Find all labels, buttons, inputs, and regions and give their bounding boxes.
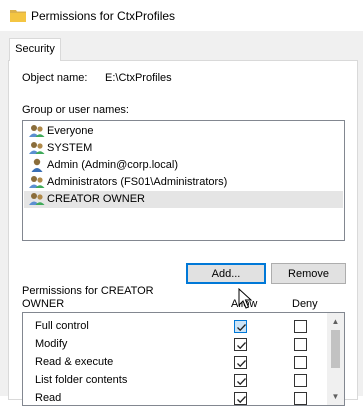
permission-row-full-control: Full control bbox=[23, 317, 328, 335]
deny-checkbox-modify[interactable] bbox=[294, 338, 307, 351]
allow-checkbox-list-folder-contents[interactable] bbox=[234, 374, 247, 387]
permissions-list[interactable]: Full control Modify Read & execute List … bbox=[22, 312, 345, 406]
object-name-label: Object name: bbox=[22, 72, 88, 84]
group-user-list[interactable]: Everyone SYSTEM Admin (Admin@corp.local)… bbox=[22, 120, 345, 241]
allow-checkbox-full-control[interactable] bbox=[234, 320, 247, 333]
object-name-value: E:\CtxProfiles bbox=[105, 72, 172, 84]
permissions-label: Permissions for CREATOR OWNER bbox=[22, 285, 154, 310]
permission-row-read-execute: Read & execute bbox=[23, 353, 328, 371]
list-item-label: CREATOR OWNER bbox=[47, 193, 145, 205]
deny-checkbox-full-control[interactable] bbox=[294, 320, 307, 333]
permission-row-modify: Modify bbox=[23, 335, 328, 353]
users-group-icon bbox=[29, 192, 45, 212]
remove-button[interactable]: Remove bbox=[271, 263, 346, 284]
tab-security[interactable]: Security bbox=[9, 38, 61, 61]
list-item-label: SYSTEM bbox=[47, 142, 93, 154]
list-item-system[interactable]: SYSTEM bbox=[24, 140, 343, 157]
deny-checkbox-read[interactable] bbox=[294, 392, 307, 405]
permission-name: List folder contents bbox=[35, 374, 128, 386]
add-button[interactable]: Add... bbox=[186, 263, 266, 284]
list-item-label: Administrators (FS01\Administrators) bbox=[47, 176, 228, 188]
list-item-label: Admin (Admin@corp.local) bbox=[47, 159, 178, 171]
mouse-pointer-icon bbox=[238, 287, 253, 313]
allow-checkbox-read[interactable] bbox=[234, 392, 247, 405]
permission-name: Read bbox=[35, 392, 62, 404]
permission-name: Read & execute bbox=[35, 356, 114, 368]
list-item-label: Everyone bbox=[47, 125, 94, 137]
deny-checkbox-list-folder-contents[interactable] bbox=[294, 374, 307, 387]
deny-column-header: Deny bbox=[292, 298, 318, 310]
group-names-label: Group or user names: bbox=[22, 104, 129, 116]
list-item-everyone[interactable]: Everyone bbox=[24, 123, 343, 140]
list-item-creator-owner[interactable]: CREATOR OWNER bbox=[24, 191, 343, 208]
title-bar[interactable]: Permissions for CtxProfiles bbox=[0, 0, 363, 31]
deny-checkbox-read-execute[interactable] bbox=[294, 356, 307, 369]
list-item-administrators[interactable]: Administrators (FS01\Administrators) bbox=[24, 174, 343, 191]
dialog-body: Security Object name: E:\CtxProfiles Gro… bbox=[0, 31, 363, 406]
permission-name: Modify bbox=[35, 338, 68, 350]
permission-row-read: Read bbox=[23, 389, 328, 405]
window-title: Permissions for CtxProfiles bbox=[31, 9, 176, 23]
allow-checkbox-modify[interactable] bbox=[234, 338, 247, 351]
permission-name: Full control bbox=[35, 320, 89, 332]
security-tab-panel: Object name: E:\CtxProfiles Group or use… bbox=[8, 60, 358, 406]
permissions-scrollbar[interactable]: ▲ ▼ bbox=[327, 313, 344, 405]
folder-icon bbox=[10, 8, 26, 25]
allow-checkbox-read-execute[interactable] bbox=[234, 356, 247, 369]
list-item-admin[interactable]: Admin (Admin@corp.local) bbox=[24, 157, 343, 174]
scroll-up-arrow-icon[interactable]: ▲ bbox=[327, 313, 344, 330]
permission-row-list-folder-contents: List folder contents bbox=[23, 371, 328, 389]
scroll-down-arrow-icon[interactable]: ▼ bbox=[327, 388, 344, 405]
scroll-thumb[interactable] bbox=[331, 330, 340, 368]
